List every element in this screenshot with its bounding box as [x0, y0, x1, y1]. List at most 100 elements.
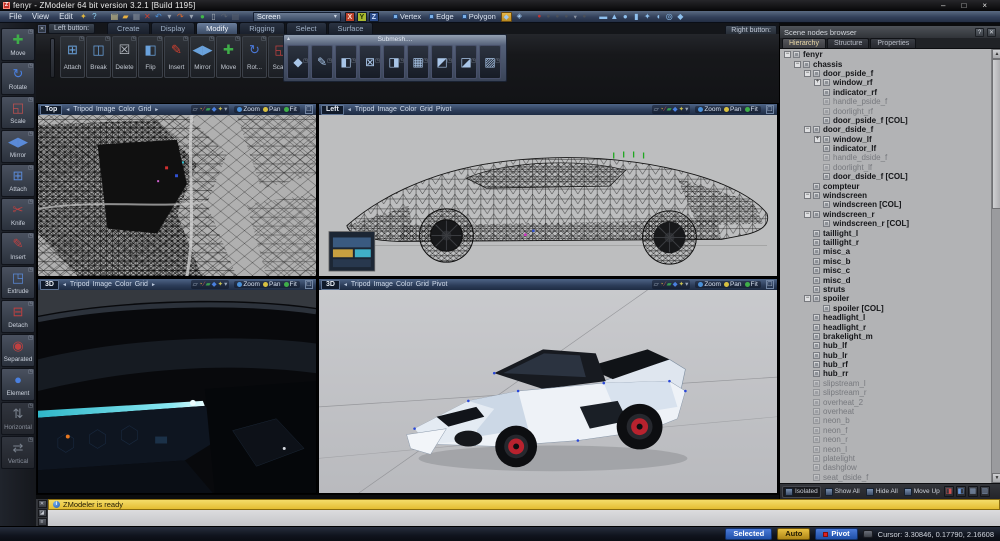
sphere-icon[interactable]: ● — [620, 11, 631, 23]
viewport-pan-button[interactable]: Pan — [724, 281, 742, 288]
maximize-button[interactable]: □ — [961, 0, 966, 11]
gizmo-toggle-icon[interactable]: ◈ — [514, 12, 525, 22]
texture-toggle-icon[interactable]: ▰ — [206, 280, 211, 289]
expand-toggle-icon[interactable]: + — [814, 79, 821, 86]
tree-node-overheat[interactable]: overheat — [780, 407, 990, 416]
ribbon-break-button[interactable]: ◫Break — [86, 36, 111, 78]
viewport-pan-button[interactable]: Pan — [724, 106, 742, 113]
auto-badge[interactable]: Auto — [777, 528, 810, 540]
tree-node-doorlight-lf[interactable]: doorlight_lf — [780, 163, 990, 172]
viewport-menu-color[interactable]: Color — [396, 281, 413, 288]
more-icon[interactable]: ▾ — [685, 105, 688, 114]
mode-polygon-button[interactable]: Polygon — [458, 12, 500, 21]
ribbon-mirror-button[interactable]: ◀▶Mirror — [190, 36, 215, 78]
tab-properties[interactable]: Properties — [870, 38, 916, 48]
plane-icon[interactable]: ▬ — [598, 11, 609, 23]
pen-toggle-icon[interactable]: ∕ — [204, 105, 205, 114]
tree-node-hub-rr[interactable]: hub_rr — [780, 369, 990, 378]
sidebar-tool-move[interactable]: ✚Move — [1, 28, 35, 61]
scroll-down-icon[interactable]: ▼ — [992, 473, 1000, 483]
tab-select[interactable]: Select — [286, 22, 327, 34]
viewport-maximize-button[interactable]: □ — [766, 105, 774, 114]
delete-node-icon[interactable]: ◨ — [944, 486, 954, 497]
close-button[interactable]: × — [982, 0, 987, 11]
tree-scrollbar[interactable]: ▲ ▼ — [991, 49, 1000, 483]
pen-toggle-icon[interactable]: ∕ — [665, 280, 666, 289]
panel-close-icon[interactable]: ✕ — [987, 28, 996, 37]
viewport-zoom-button[interactable]: Zoom — [237, 106, 260, 113]
viewport-menu-pivot[interactable]: Pivot — [432, 281, 448, 288]
open-folder-icon[interactable]: ▰ — [120, 11, 131, 23]
viewport-3d-a-canvas[interactable] — [38, 290, 316, 493]
isolated-button[interactable]: Isolated — [782, 486, 821, 498]
log-list-icon[interactable]: ≡ — [38, 518, 47, 526]
sidebar-tool-mirror[interactable]: ◀▶Mirror — [1, 130, 35, 163]
tree-node-window-lf[interactable]: +window_lf — [780, 135, 990, 144]
tree-node-hub-lf[interactable]: hub_lf — [780, 341, 990, 350]
tree-node-spoiler-col[interactable]: spoiler [COL] — [780, 304, 990, 313]
history-icon-2[interactable]: ● — [553, 13, 562, 21]
expand-toggle-icon[interactable]: − — [804, 70, 811, 77]
viewport-maximize-button[interactable]: □ — [766, 280, 774, 289]
viewport-menu-grid[interactable]: Grid — [416, 281, 429, 288]
star-icon[interactable]: ✦ — [642, 11, 653, 23]
move-up-button[interactable]: Move Up — [902, 487, 942, 497]
light-icon[interactable]: ✦ — [218, 105, 223, 114]
viewport-menu-grid[interactable]: Grid — [135, 281, 148, 288]
menu-file[interactable]: File — [4, 12, 27, 21]
help-icon[interactable]: ? — [89, 11, 100, 23]
gizmo-icon[interactable]: ◆ — [212, 105, 217, 114]
save-icon[interactable]: ▦ — [131, 11, 142, 23]
viewport-menu-image[interactable]: Image — [377, 106, 396, 113]
menu-view[interactable]: View — [27, 12, 54, 21]
scroll-up-icon[interactable]: ▲ — [992, 49, 1000, 59]
viewport-nav-left-icon[interactable]: ◄ — [347, 107, 352, 113]
tree-node-chassis[interactable]: −chassis — [780, 59, 990, 68]
repeat-icon[interactable]: ↷ — [219, 11, 230, 23]
tree-node-dashglow[interactable]: dashglow — [780, 463, 990, 472]
ribbon-rot-button[interactable]: ↻Rot... — [242, 36, 267, 78]
gem-icon[interactable]: ◆ — [675, 11, 686, 23]
viewport-nav-right-icon[interactable]: ► — [151, 282, 156, 288]
tree-node-window-rf[interactable]: +window_rf — [780, 78, 990, 87]
history-icon-4[interactable]: ● — [580, 13, 589, 21]
ribbon-insert-button[interactable]: ✎Insert — [164, 36, 189, 78]
tree-node-handle-dside-f[interactable]: handle_dside_f — [780, 153, 990, 162]
submesh-pull-icon[interactable]: ◧ — [335, 45, 357, 79]
tree-node-headlight-l[interactable]: headlight_l — [780, 313, 990, 322]
close-log-icon[interactable]: ✕ — [38, 500, 47, 508]
viewport-fit-button[interactable]: Fit — [284, 281, 297, 288]
sidebar-tool-separated[interactable]: ◉Separated — [1, 334, 35, 367]
tab-modify[interactable]: Modify — [196, 22, 238, 34]
viewport-fit-button[interactable]: Fit — [284, 106, 297, 113]
minimize-button[interactable]: – — [941, 0, 945, 11]
close-icon[interactable]: ✕ — [38, 25, 46, 33]
wire-toggle-icon[interactable]: ▱ — [654, 280, 659, 289]
gizmo-icon[interactable]: ◆ — [673, 105, 678, 114]
viewport-maximize-button[interactable]: □ — [305, 280, 313, 289]
snap-toggle-icon[interactable]: ◆ — [501, 12, 512, 22]
tree-node-windscreen-col[interactable]: windscreen [COL] — [780, 200, 990, 209]
history-icon-3[interactable]: ● — [562, 13, 571, 21]
viewport-maximize-button[interactable]: □ — [305, 105, 313, 114]
ribbon-delete-button[interactable]: ☒Delete — [112, 36, 137, 78]
redo-dropdown-icon[interactable]: ▾ — [186, 11, 197, 23]
viewport-menu-tripod[interactable]: Tripod — [70, 281, 90, 288]
mode-edge-button[interactable]: Edge — [425, 12, 458, 21]
tree-node-misc-c[interactable]: misc_c — [780, 266, 990, 275]
expand-all-icon[interactable]: ▦ — [968, 486, 978, 497]
tree-node-door-dside-f[interactable]: −door_dside_f — [780, 125, 990, 134]
undo-dropdown-icon[interactable]: ▾ — [164, 11, 175, 23]
shade-toggle-icon[interactable]: ◔ — [660, 280, 664, 289]
expand-toggle-icon[interactable]: − — [804, 211, 811, 218]
tree-node-neon-f[interactable]: neon_f — [780, 426, 990, 435]
submesh-cube-icon[interactable]: ◆ — [287, 45, 309, 79]
tree-node-slipstream-l[interactable]: slipstream_l — [780, 379, 990, 388]
sidebar-tool-element[interactable]: ●Element — [1, 368, 35, 401]
viewport-left-canvas[interactable] — [319, 115, 777, 276]
axis-z-button[interactable]: Z — [369, 12, 379, 22]
submesh-grid-icon[interactable]: ▦ — [407, 45, 429, 79]
selected-badge[interactable]: Selected — [725, 528, 772, 540]
tree-node-spoiler[interactable]: −spoiler — [780, 294, 990, 303]
delete-icon[interactable]: ✕ — [142, 11, 153, 23]
